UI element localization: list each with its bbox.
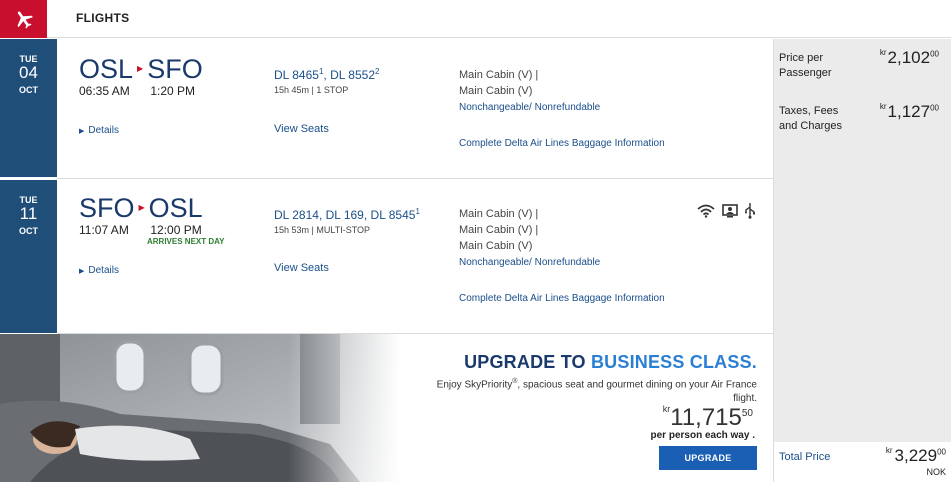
flight-numbers[interactable]: DL 84651, DL 85522 bbox=[274, 67, 379, 82]
taxes-value: kr1,12700 bbox=[880, 102, 939, 122]
currency-symbol: kr bbox=[885, 446, 893, 455]
route-codes: SFO ▶ OSL bbox=[79, 194, 203, 222]
arrive-time: 1:20 PM bbox=[150, 84, 196, 98]
duration-stops: 15h 45m | 1 STOP bbox=[274, 85, 349, 95]
cabin-item: Main Cabin (V) bbox=[459, 240, 533, 252]
flight-number: DL 169 bbox=[325, 208, 364, 222]
cabin-list: Main Cabin (V) | Main Cabin (V) bbox=[459, 67, 538, 99]
day-number: 11 bbox=[19, 204, 38, 223]
flight-row-outbound: OSL ▶ SFO 06:35 AM 1:20 PM ▶ Details DL 8… bbox=[57, 39, 773, 177]
details-link[interactable]: ▶ Details bbox=[79, 125, 119, 136]
business-class-cabin-image bbox=[0, 334, 400, 482]
fare-rule: Nonchangeable/ Nonrefundable bbox=[459, 102, 601, 113]
route-arrow-icon: ▶ bbox=[138, 203, 145, 212]
view-seats-link[interactable]: View Seats bbox=[274, 262, 329, 274]
depart-time: 06:35 AM bbox=[79, 84, 130, 98]
arrive-time: 12:00 PM bbox=[150, 223, 202, 237]
wifi-icon bbox=[697, 204, 715, 218]
amenities bbox=[697, 203, 755, 219]
cabin-item: Main Cabin (V) | bbox=[459, 69, 539, 81]
details-label: Details bbox=[88, 265, 119, 276]
airplane-icon bbox=[0, 0, 47, 38]
page-title: FLIGHTS bbox=[76, 11, 130, 25]
arrives-next-day-note: ARRIVES NEXT DAY bbox=[147, 237, 225, 246]
caret-right-icon: ▶ bbox=[79, 268, 85, 275]
total-price-value: kr 3,22900 bbox=[886, 446, 946, 466]
cents: 50 bbox=[741, 408, 753, 419]
usb-icon bbox=[745, 203, 755, 219]
details-link[interactable]: ▶ Details bbox=[79, 265, 119, 276]
month: OCT bbox=[19, 226, 38, 236]
caret-right-icon: ▶ bbox=[79, 128, 85, 135]
cents: 00 bbox=[937, 447, 946, 457]
fare-rule: Nonchangeable/ Nonrefundable bbox=[459, 257, 601, 268]
flight-number: DL 8552 bbox=[330, 68, 375, 82]
currency-code: NOK bbox=[926, 467, 946, 477]
flight-sup: 1 bbox=[415, 207, 420, 216]
upgrade-banner: UPGRADE TO BUSINESS CLASS. Enjoy SkyPrio… bbox=[0, 334, 773, 482]
flight-number: DL 8465 bbox=[274, 68, 319, 82]
route-codes: OSL ▶ SFO bbox=[79, 55, 203, 83]
origin-code: OSL bbox=[79, 54, 134, 84]
price-summary-panel: Price per Passenger kr2,10200 Taxes, Fee… bbox=[773, 39, 951, 482]
baggage-info-link[interactable]: Complete Delta Air Lines Baggage Informa… bbox=[459, 138, 665, 149]
flight-number: DL 8545 bbox=[370, 208, 416, 222]
flight-sup: 2 bbox=[375, 67, 380, 76]
total-price-label: Total Price bbox=[779, 451, 831, 463]
title-highlight: BUSINESS CLASS. bbox=[590, 352, 757, 372]
flight-sup: 1 bbox=[318, 67, 324, 76]
entertainment-screen-icon bbox=[722, 204, 738, 218]
details-label: Details bbox=[88, 125, 119, 136]
taxes-label: Taxes, Fees and Charges bbox=[779, 105, 842, 132]
per-person-label: per person each way . bbox=[650, 430, 756, 441]
origin-code: SFO bbox=[79, 193, 135, 223]
cabin-item: Main Cabin (V) | bbox=[459, 208, 539, 220]
header-bar: FLIGHTS bbox=[0, 0, 951, 38]
flight-row-return: SFO ▶ OSL 11:07 AM 12:00 PM ARRIVES NEXT… bbox=[57, 179, 773, 333]
upgrade-price: kr11,71550 bbox=[663, 404, 753, 432]
flight-number: DL 2814 bbox=[274, 208, 319, 222]
view-seats-link[interactable]: View Seats bbox=[274, 123, 329, 135]
date-column-outbound: TUE 04 OCT bbox=[0, 39, 57, 177]
destination-code: SFO bbox=[147, 54, 203, 84]
amount: 11,715 bbox=[670, 404, 742, 431]
upgrade-description: Enjoy SkyPriority®, spacious seat and go… bbox=[417, 375, 757, 406]
currency-symbol: kr bbox=[879, 102, 887, 111]
cents: 00 bbox=[930, 103, 939, 113]
currency-symbol: kr bbox=[879, 48, 887, 57]
upgrade-title: UPGRADE TO BUSINESS CLASS. bbox=[464, 352, 757, 373]
amount: 2,102 bbox=[887, 48, 931, 67]
amount: 1,127 bbox=[887, 102, 931, 121]
duration-stops: 15h 53m | MULTI-STOP bbox=[274, 225, 371, 235]
flight-times: 11:07 AM 12:00 PM bbox=[79, 223, 202, 237]
date-column-return: TUE 11 OCT bbox=[0, 179, 57, 333]
day-number: 04 bbox=[19, 63, 38, 82]
cabin-list: Main Cabin (V) | Main Cabin (V) | Main C… bbox=[459, 206, 538, 254]
upgrade-button[interactable]: UPGRADE bbox=[659, 446, 757, 470]
price-per-passenger-value: kr2,10200 bbox=[880, 48, 939, 68]
month: OCT bbox=[19, 85, 38, 95]
cents: 00 bbox=[930, 49, 939, 59]
destination-code: OSL bbox=[148, 193, 203, 223]
baggage-info-link[interactable]: Complete Delta Air Lines Baggage Informa… bbox=[459, 293, 665, 304]
title-prefix: UPGRADE TO bbox=[464, 352, 591, 372]
price-per-passenger-label: Price per Passenger bbox=[779, 52, 832, 79]
cabin-item: Main Cabin (V) bbox=[459, 85, 533, 97]
desc-text: Enjoy SkyPriority bbox=[436, 379, 513, 391]
flight-times: 06:35 AM 1:20 PM bbox=[79, 84, 195, 98]
cabin-item: Main Cabin (V) | bbox=[459, 224, 539, 236]
depart-time: 11:07 AM bbox=[79, 223, 129, 237]
amount: 3,229 bbox=[894, 446, 938, 465]
flight-numbers[interactable]: DL 2814, DL 169, DL 85451 bbox=[274, 207, 420, 222]
total-price-box: Total Price kr 3,22900 NOK bbox=[774, 442, 951, 482]
desc-text: , spacious seat and gourmet dining on yo… bbox=[517, 379, 757, 405]
route-arrow-icon: ▶ bbox=[137, 64, 144, 73]
